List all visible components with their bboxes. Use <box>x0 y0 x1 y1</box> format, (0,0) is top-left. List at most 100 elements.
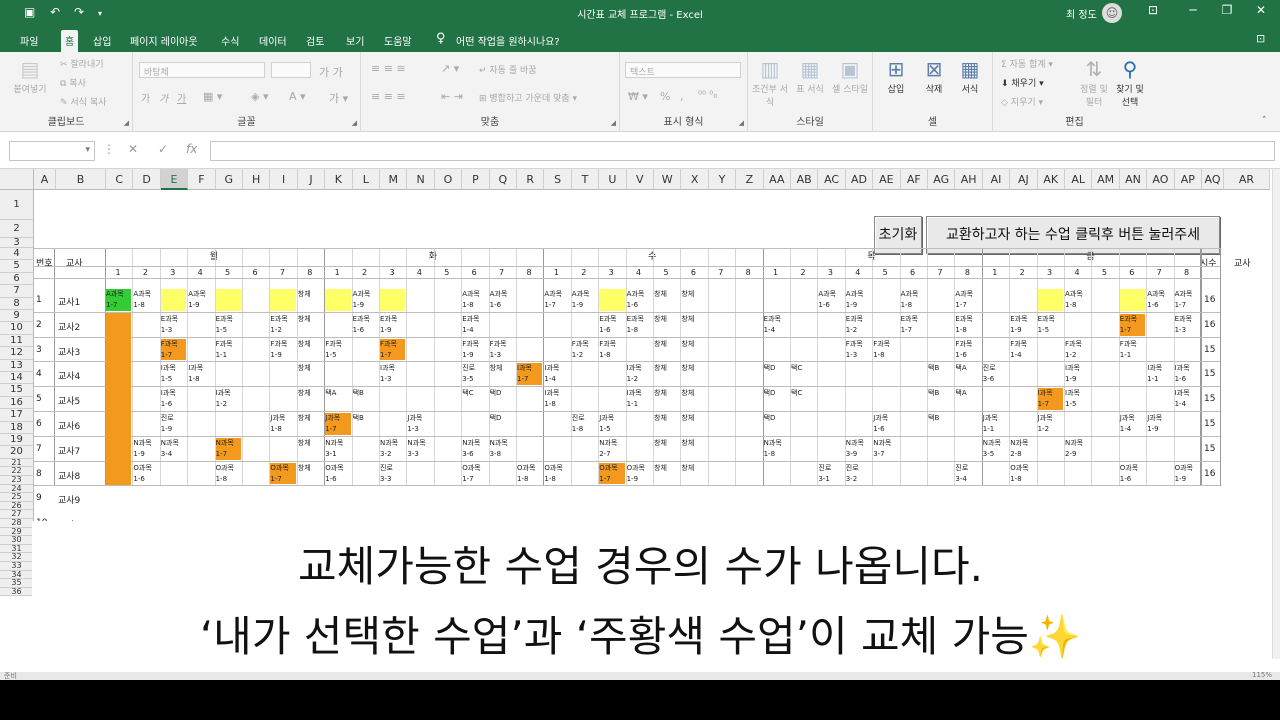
row-header[interactable]: 28 <box>0 519 34 528</box>
sort-filter-button[interactable]: ⇅ 정렬 및 필터 <box>1077 58 1111 108</box>
tab-data[interactable]: 데이터 <box>259 33 287 48</box>
timetable-cell-subject[interactable]: 택A <box>954 388 980 399</box>
timetable-cell-subject[interactable]: F과목 <box>461 339 487 350</box>
row-header[interactable]: 8 <box>0 297 34 310</box>
timetable-cell-subject[interactable]: 창체 <box>680 289 706 300</box>
timetable-cell-subject[interactable]: E과목 <box>215 314 241 325</box>
row-header[interactable]: 18 <box>0 421 34 434</box>
timetable-cell-class[interactable]: 1-1 <box>1119 350 1145 361</box>
timetable-cell-subject[interactable]: 택C <box>461 388 487 399</box>
timetable-cell-class[interactable]: 1-9 <box>352 300 378 311</box>
timetable-cell-class[interactable]: 3-3 <box>406 449 432 460</box>
align-left-icon[interactable]: ≡ ≡ ≡ <box>371 90 406 103</box>
timetable-cell-class[interactable]: 1-7 <box>543 300 569 311</box>
timetable-cell-subject[interactable]: A과목 <box>132 289 158 300</box>
timetable-cell-class[interactable]: 1-6 <box>1146 300 1172 311</box>
column-header[interactable]: A <box>34 169 56 190</box>
timetable-cell-class[interactable]: 1-7 <box>1119 325 1145 336</box>
timetable-cell-subject[interactable]: F과목 <box>324 339 350 350</box>
underline-button[interactable]: 가 <box>177 90 186 105</box>
column-header[interactable]: Q <box>489 169 517 190</box>
decimal-icon[interactable]: ⁰⁰ ⁰₀ <box>698 90 717 101</box>
timetable-cell-subject[interactable]: N과목 <box>132 438 158 449</box>
timetable-cell-class[interactable]: 1-9 <box>1174 474 1200 485</box>
timetable-cell-subject[interactable]: A과목 <box>1174 289 1200 300</box>
column-header[interactable]: AO <box>1147 169 1175 190</box>
timetable-cell-class[interactable]: 3-2 <box>845 474 871 485</box>
timetable-cell-subject[interactable]: A과목 <box>1146 289 1172 300</box>
timetable-cell-subject[interactable]: A과목 <box>105 289 131 300</box>
timetable-cell-subject[interactable]: N과목 <box>598 438 624 449</box>
timetable-cell-class[interactable]: 1-6 <box>489 300 515 311</box>
timetable-cell-subject[interactable]: 택C <box>790 388 816 399</box>
timetable-cell-subject[interactable]: N과목 <box>406 438 432 449</box>
timetable-cell-class[interactable]: 3-5 <box>461 374 487 385</box>
timetable-cell-subject[interactable]: F과목 <box>379 339 405 350</box>
timetable-cell-subject[interactable]: E과목 <box>763 314 789 325</box>
vertical-scrollbar[interactable] <box>1272 169 1280 659</box>
timetable-cell-subject[interactable]: E과목 <box>160 314 186 325</box>
timetable-cell-subject[interactable]: 진로 <box>982 363 1008 374</box>
timetable-cell-class[interactable]: 1-6 <box>160 399 186 410</box>
phonetic-icon[interactable]: 가 ▾ <box>329 90 348 106</box>
timetable-cell-subject[interactable]: 택B <box>927 388 953 399</box>
timetable-cell-class[interactable]: 1-4 <box>1119 424 1145 435</box>
timetable-cell-class[interactable]: 3-5 <box>982 449 1008 460</box>
minimize-button[interactable]: ─ <box>1180 3 1206 17</box>
timetable-cell-subject[interactable]: 창체 <box>297 438 323 449</box>
column-header[interactable]: AI <box>982 169 1011 190</box>
timetable-cell-subject[interactable]: O과목 <box>543 463 569 474</box>
timetable-cell-subject[interactable]: F과목 <box>1009 339 1035 350</box>
timetable-cell-subject[interactable]: 창체 <box>653 413 679 424</box>
timetable-cell-class[interactable]: 2-7 <box>598 449 624 460</box>
column-header[interactable]: R <box>517 169 545 190</box>
row-header[interactable]: 13 <box>0 359 34 372</box>
tab-insert[interactable]: 삽입 <box>93 33 111 48</box>
timetable-cell-subject[interactable]: O과목 <box>324 463 350 474</box>
timetable-cell-subject[interactable]: I과목 <box>187 363 213 374</box>
column-header[interactable]: AJ <box>1010 169 1038 190</box>
teacher-name[interactable]: 교사8 <box>58 469 103 482</box>
cut-button[interactable]: ✂ 잘라내기 <box>60 57 104 70</box>
conditional-format-button[interactable]: ▥ 조건부 서식 <box>752 58 788 108</box>
teacher-name[interactable]: 교사2 <box>58 320 103 333</box>
collapse-ribbon-icon[interactable]: ˄ <box>1262 116 1267 126</box>
timetable-cell-class[interactable]: 1-7 <box>1037 399 1063 410</box>
timetable-cell-class[interactable]: 1-8 <box>900 300 926 311</box>
timetable-cell-subject[interactable]: A과목 <box>954 289 980 300</box>
timetable-cell-class[interactable]: 1-4 <box>543 374 569 385</box>
format-button[interactable]: ▦ 서식 <box>953 58 987 95</box>
timetable-cell-subject[interactable]: I과목 <box>516 363 542 374</box>
timetable-cell-subject[interactable]: O과목 <box>1119 463 1145 474</box>
timetable-cell-class[interactable]: 1-6 <box>1119 474 1145 485</box>
timetable-cell-subject[interactable]: I과목 <box>626 363 652 374</box>
timetable-cell-class[interactable]: 1-9 <box>1064 374 1090 385</box>
share-icon[interactable]: ⊡ <box>1256 32 1265 45</box>
cancel-icon[interactable]: ✕ <box>128 142 138 156</box>
timetable-cell-class[interactable]: 1-2 <box>626 374 652 385</box>
timetable-cell-class[interactable]: 1-6 <box>132 474 158 485</box>
timetable-cell-subject[interactable]: 창체 <box>653 363 679 374</box>
timetable-cell-class[interactable]: 3-2 <box>379 449 405 460</box>
timetable-cell-class[interactable]: 1-9 <box>187 300 213 311</box>
timetable-cell-class[interactable]: 1-8 <box>461 300 487 311</box>
timetable-cell-subject[interactable]: N과목 <box>763 438 789 449</box>
timetable-cell-class[interactable]: 1-7 <box>900 325 926 336</box>
column-header[interactable]: AA <box>763 169 791 190</box>
timetable-cell-subject[interactable]: A과목 <box>489 289 515 300</box>
timetable-cell-subject[interactable]: F과목 <box>1119 339 1145 350</box>
timetable-cell-subject[interactable]: I과목 <box>379 363 405 374</box>
row-header[interactable]: 12 <box>0 347 34 360</box>
column-header[interactable]: B <box>56 169 106 190</box>
row-header[interactable]: 1 <box>0 190 34 220</box>
border-icon[interactable]: ▦ ▾ <box>203 90 222 103</box>
timetable-cell-class[interactable]: 1-7 <box>215 449 241 460</box>
timetable-cell-subject[interactable]: A과목 <box>1064 289 1090 300</box>
timetable-cell-subject[interactable]: E과목 <box>598 314 624 325</box>
font-name-select[interactable]: 바탕체 <box>139 62 265 78</box>
timetable-cell-subject[interactable]: 택A <box>954 363 980 374</box>
row-header[interactable]: 30 <box>0 536 34 545</box>
timetable-cell-class[interactable]: 1-7 <box>379 350 405 361</box>
timetable-cell-class[interactable]: 1-6 <box>352 325 378 336</box>
timetable-cell-class[interactable]: 1-9 <box>845 300 871 311</box>
